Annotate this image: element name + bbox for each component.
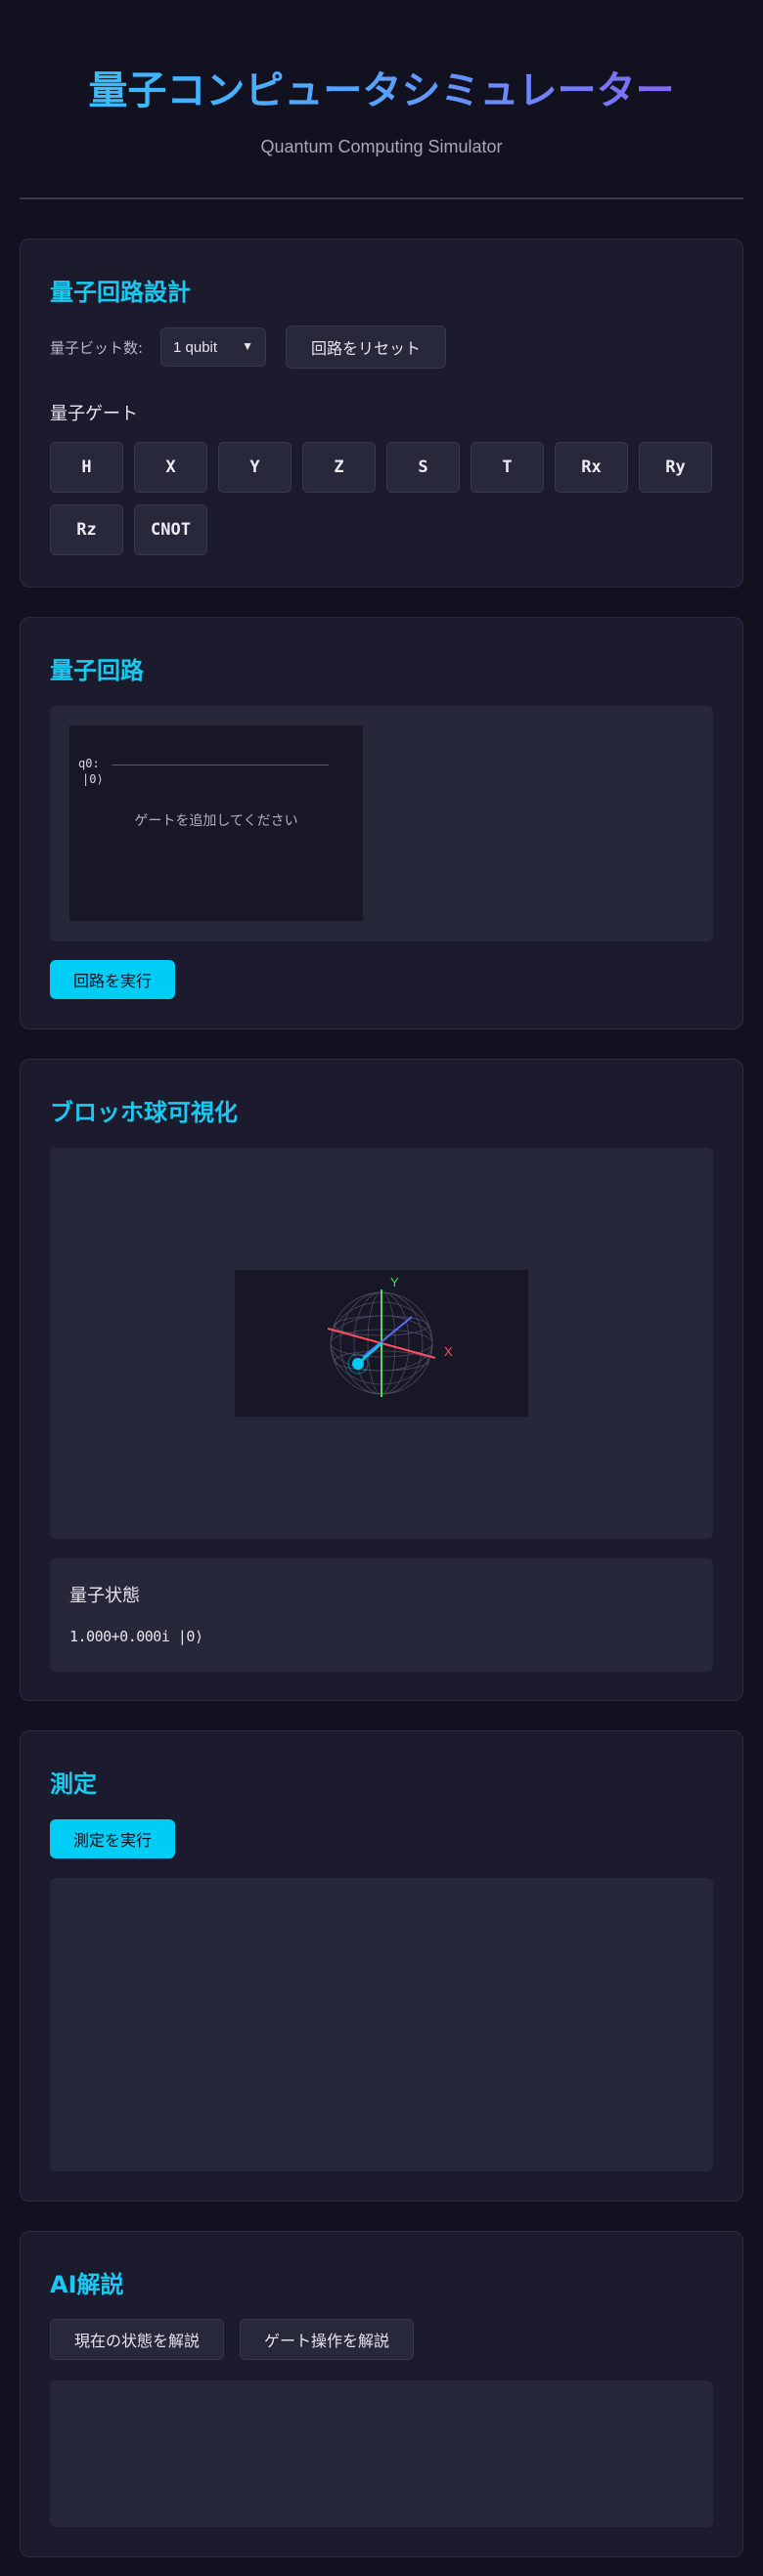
- gate-y-button[interactable]: Y: [218, 442, 292, 493]
- quantum-state-panel: 量子状態 1.000+0.000i |0⟩: [50, 1558, 713, 1672]
- gate-rz-button[interactable]: Rz: [50, 504, 123, 555]
- explain-gate-button[interactable]: ゲート操作を解説: [240, 2319, 414, 2360]
- header-divider: [20, 197, 743, 199]
- state-vector-point: [352, 1358, 364, 1370]
- bloch-card: ブロッホ球可視化 X Y 量子状態 1.000+0.000i |0⟩: [20, 1059, 743, 1701]
- bloch-title: ブロッホ球可視化: [50, 1099, 238, 1126]
- ai-explanation-panel: [50, 2380, 713, 2527]
- quantum-state-title: 量子状態: [69, 1586, 140, 1606]
- reset-circuit-button[interactable]: 回路をリセット: [286, 326, 446, 369]
- bloch-sphere-canvas[interactable]: X Y: [235, 1270, 528, 1417]
- qubit-wire-state: |0⟩: [82, 772, 104, 786]
- qubit-wire-label: q0:: [78, 757, 100, 770]
- run-circuit-button[interactable]: 回路を実行: [50, 960, 175, 999]
- qubit-count-label: 量子ビット数:: [50, 339, 144, 357]
- measurement-card: 測定 測定を実行: [20, 1730, 743, 2202]
- gate-s-button[interactable]: S: [386, 442, 460, 493]
- run-measurement-button[interactable]: 測定を実行: [50, 1819, 175, 1858]
- gate-h-button[interactable]: H: [50, 442, 123, 493]
- circuit-design-title: 量子回路設計: [50, 279, 191, 306]
- gates-section-title: 量子ゲート: [50, 404, 138, 424]
- page-title: 量子コンピュータシミュレーター: [20, 65, 743, 117]
- circuit-design-card: 量子回路設計 量子ビット数: 1 qubit ▼ 回路をリセット 量子ゲート H…: [20, 239, 743, 588]
- gate-x-button[interactable]: X: [134, 442, 207, 493]
- gate-z-button[interactable]: Z: [302, 442, 376, 493]
- gate-ry-button[interactable]: Ry: [639, 442, 712, 493]
- circuit-card: 量子回路 q0: |0⟩ ゲートを追加してください 回路を実行: [20, 617, 743, 1029]
- circuit-canvas[interactable]: q0: |0⟩ ゲートを追加してください: [69, 725, 363, 921]
- chevron-down-icon: ▼: [242, 339, 253, 353]
- circuit-placeholder: ゲートを追加してください: [134, 813, 298, 829]
- quantum-state-value: 1.000+0.000i |0⟩: [69, 1628, 203, 1645]
- page-header: 量子コンピュータシミュレーター Quantum Computing Simula…: [0, 0, 763, 157]
- qubit-wire: [112, 764, 329, 765]
- gate-t-button[interactable]: T: [471, 442, 544, 493]
- measurement-results-panel: [50, 1878, 713, 2171]
- y-axis-label: Y: [390, 1275, 399, 1289]
- qubit-count-value: 1 qubit: [173, 338, 218, 356]
- qubit-count-select[interactable]: 1 qubit ▼: [160, 327, 266, 367]
- gate-cnot-button[interactable]: CNOT: [134, 504, 207, 555]
- ai-explanation-title: AI解説: [50, 2271, 124, 2298]
- measurement-title: 測定: [50, 1770, 97, 1798]
- bloch-panel: X Y: [50, 1148, 713, 1539]
- ai-explanation-card: AI解説 現在の状態を解説 ゲート操作を解説: [20, 2231, 743, 2557]
- x-axis-label: X: [444, 1344, 453, 1359]
- circuit-title: 量子回路: [50, 657, 144, 684]
- gate-rx-button[interactable]: Rx: [555, 442, 628, 493]
- page-subtitle: Quantum Computing Simulator: [260, 137, 503, 156]
- explain-state-button[interactable]: 現在の状態を解説: [50, 2319, 224, 2360]
- circuit-panel: q0: |0⟩ ゲートを追加してください: [50, 706, 713, 941]
